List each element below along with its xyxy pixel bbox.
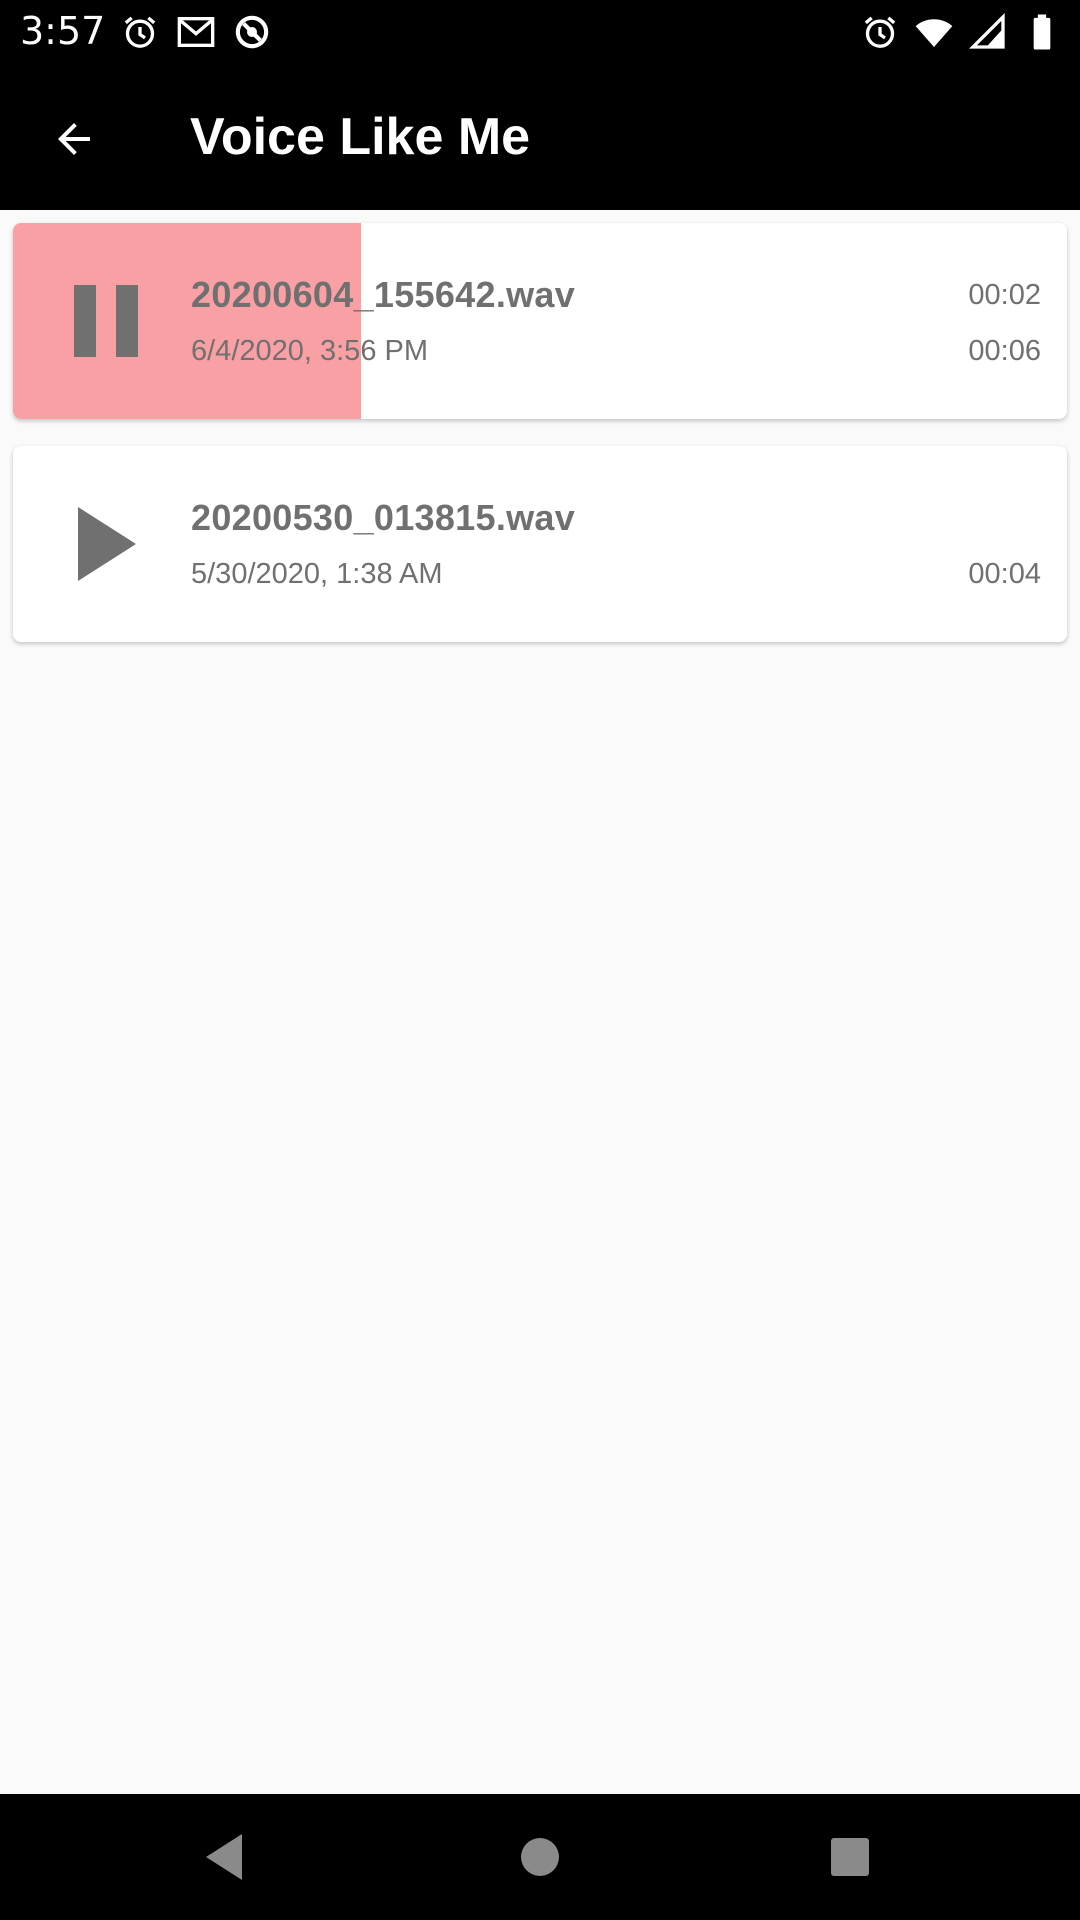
app-bar: Voice Like Me (0, 63, 1080, 210)
alarm-icon (124, 16, 156, 48)
nav-recents-button[interactable] (815, 1822, 885, 1892)
wifi-icon (915, 19, 953, 47)
nav-back-button[interactable] (190, 1822, 260, 1892)
file-date: 6/4/2020, 3:56 PM (191, 335, 428, 367)
recording-item[interactable]: 20200530_013815.wav 5/30/2020, 1:38 AM 0… (13, 446, 1067, 642)
pause-button[interactable] (55, 271, 155, 371)
back-triangle-icon (206, 1834, 242, 1880)
recording-item[interactable]: 20200604_155642.wav 6/4/2020, 3:56 PM 00… (13, 223, 1067, 419)
time-duration: 00:06 (968, 335, 1041, 367)
file-date: 5/30/2020, 1:38 AM (191, 558, 443, 590)
battery-icon (1033, 14, 1051, 50)
recents-square-icon (831, 1838, 869, 1876)
play-button[interactable] (55, 494, 155, 594)
home-circle-icon (521, 1838, 559, 1876)
alarm-icon (864, 16, 896, 48)
arrow-back-icon (58, 123, 90, 155)
gmail-icon (177, 17, 215, 47)
recordings-list: 20200604_155642.wav 6/4/2020, 3:56 PM 00… (13, 223, 1067, 669)
file-name: 20200530_013815.wav (191, 497, 576, 538)
signal-icon (968, 12, 1005, 49)
time-elapsed: 00:02 (968, 279, 1041, 311)
nav-home-button[interactable] (505, 1822, 575, 1892)
app-title: Voice Like Me (190, 108, 531, 166)
back-button[interactable] (36, 103, 112, 175)
sync-icon (235, 15, 269, 49)
status-right-icons (860, 12, 1062, 52)
pause-icon (74, 285, 138, 357)
nav-bar (0, 1794, 1080, 1920)
status-time: 3:57 (20, 9, 106, 53)
status-bar: 3:57 (0, 0, 1080, 63)
status-left-icons (120, 12, 272, 52)
file-name: 20200604_155642.wav (191, 274, 576, 315)
play-icon (78, 507, 136, 581)
time-duration: 00:04 (968, 558, 1041, 590)
